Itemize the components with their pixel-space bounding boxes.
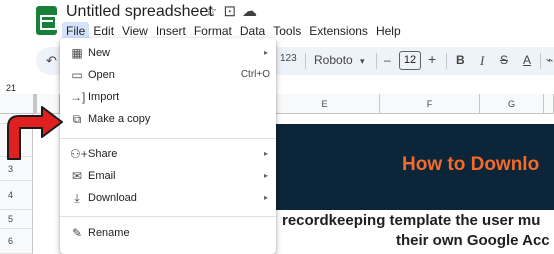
new-sheet-icon: ▦ — [71, 46, 83, 60]
bold-button[interactable]: B — [456, 53, 465, 67]
row-header-6[interactable]: 6 — [0, 229, 33, 254]
folder-icon: ▭ — [71, 68, 83, 82]
menu-tools[interactable]: Tools — [269, 22, 305, 40]
menu-item-label: Import — [88, 91, 120, 103]
menu-extensions[interactable]: Extensions — [305, 22, 372, 40]
menu-item-rename[interactable]: ✎ Rename — [60, 223, 276, 245]
menu-item-email[interactable]: ✉ Email ▸ — [60, 166, 276, 188]
font-size-input[interactable]: 12 — [399, 51, 421, 70]
menu-item-label: Share — [88, 148, 118, 160]
star-icon[interactable]: ☆ — [204, 3, 223, 20]
menu-divider — [60, 216, 276, 217]
copy-icon: ⧉ — [72, 112, 82, 126]
submenu-arrow-icon: ▸ — [263, 48, 268, 57]
banner-heading: How to Downlo — [402, 154, 540, 175]
cell-text-line: recordkeeping template the user mu — [282, 212, 541, 229]
menu-item-label: Rename — [88, 227, 130, 239]
font-select[interactable]: Roboto — [314, 53, 353, 67]
column-header-g[interactable]: G — [480, 94, 544, 114]
sheets-logo-icon[interactable] — [36, 6, 57, 35]
menu-divider — [60, 138, 276, 139]
strikethrough-button[interactable]: S — [500, 53, 508, 67]
menu-item-label: Email — [88, 170, 116, 182]
red-arrow-annotation — [7, 106, 63, 160]
fill-color-icon[interactable]: ⌁ — [546, 53, 553, 67]
cell-text-line: their own Google Acc — [396, 232, 550, 249]
toolbar-divider — [446, 53, 447, 69]
column-header-h[interactable] — [544, 94, 554, 114]
menu-help[interactable]: Help — [372, 22, 405, 40]
shortcut-label: Ctrl+O — [240, 69, 270, 80]
menu-item-new[interactable]: ▦ New ▸ — [60, 43, 276, 65]
column-header-f[interactable]: F — [380, 94, 480, 114]
submenu-arrow-icon: ▸ — [263, 193, 268, 202]
row-header-4[interactable]: 4 — [0, 181, 33, 210]
menu-item-share[interactable]: ⚇+ Share ▸ — [60, 144, 276, 166]
italic-button[interactable]: I — [480, 53, 484, 69]
decrease-font-size-button[interactable]: – — [384, 53, 391, 67]
arrow-shape — [7, 106, 63, 160]
undo-icon[interactable]: ↶ — [46, 53, 57, 69]
menu-item-import[interactable]: →] Import — [60, 87, 276, 109]
file-menu-dropdown: ▦ New ▸ ▭ Open Ctrl+O →] Import ⧉ Make a… — [60, 38, 276, 254]
chevron-down-icon[interactable]: ▾ — [360, 56, 365, 67]
menu-item-label: New — [88, 47, 111, 59]
text-color-button[interactable]: A — [523, 53, 531, 67]
download-icon: ⤓ — [74, 191, 80, 205]
document-title[interactable]: Untitled spreadsheet — [66, 3, 213, 21]
import-icon: →] — [70, 90, 86, 104]
submenu-arrow-icon: ▸ — [263, 149, 268, 158]
menu-item-label: Make a copy — [88, 113, 151, 125]
menu-item-download[interactable]: ⤓ Download ▸ — [60, 188, 276, 210]
name-box[interactable]: 21 — [6, 83, 16, 93]
menu-item-label: Download — [88, 192, 137, 204]
rename-icon: ✎ — [71, 226, 83, 240]
menu-item-make-a-copy[interactable]: ⧉ Make a copy — [60, 109, 276, 131]
menu-item-label: Open — [88, 69, 115, 81]
share-icon: ⚇+ — [70, 147, 88, 161]
row-header-5[interactable]: 5 — [0, 210, 33, 229]
cloud-status-icon[interactable]: ☁ — [242, 3, 263, 20]
email-icon: ✉ — [71, 169, 83, 183]
submenu-arrow-icon: ▸ — [263, 171, 268, 180]
toolbar-divider — [376, 53, 377, 69]
number-format-button[interactable]: 123 — [280, 53, 297, 64]
column-header-e[interactable]: E — [270, 94, 380, 114]
menu-item-open[interactable]: ▭ Open Ctrl+O — [60, 65, 276, 87]
toolbar-divider — [540, 53, 541, 69]
increase-font-size-button[interactable]: + — [428, 51, 436, 67]
toolbar-divider — [305, 53, 306, 69]
move-to-folder-icon[interactable]: ⊡ — [223, 3, 242, 20]
title-icons: ☆⊡☁ — [204, 2, 263, 20]
